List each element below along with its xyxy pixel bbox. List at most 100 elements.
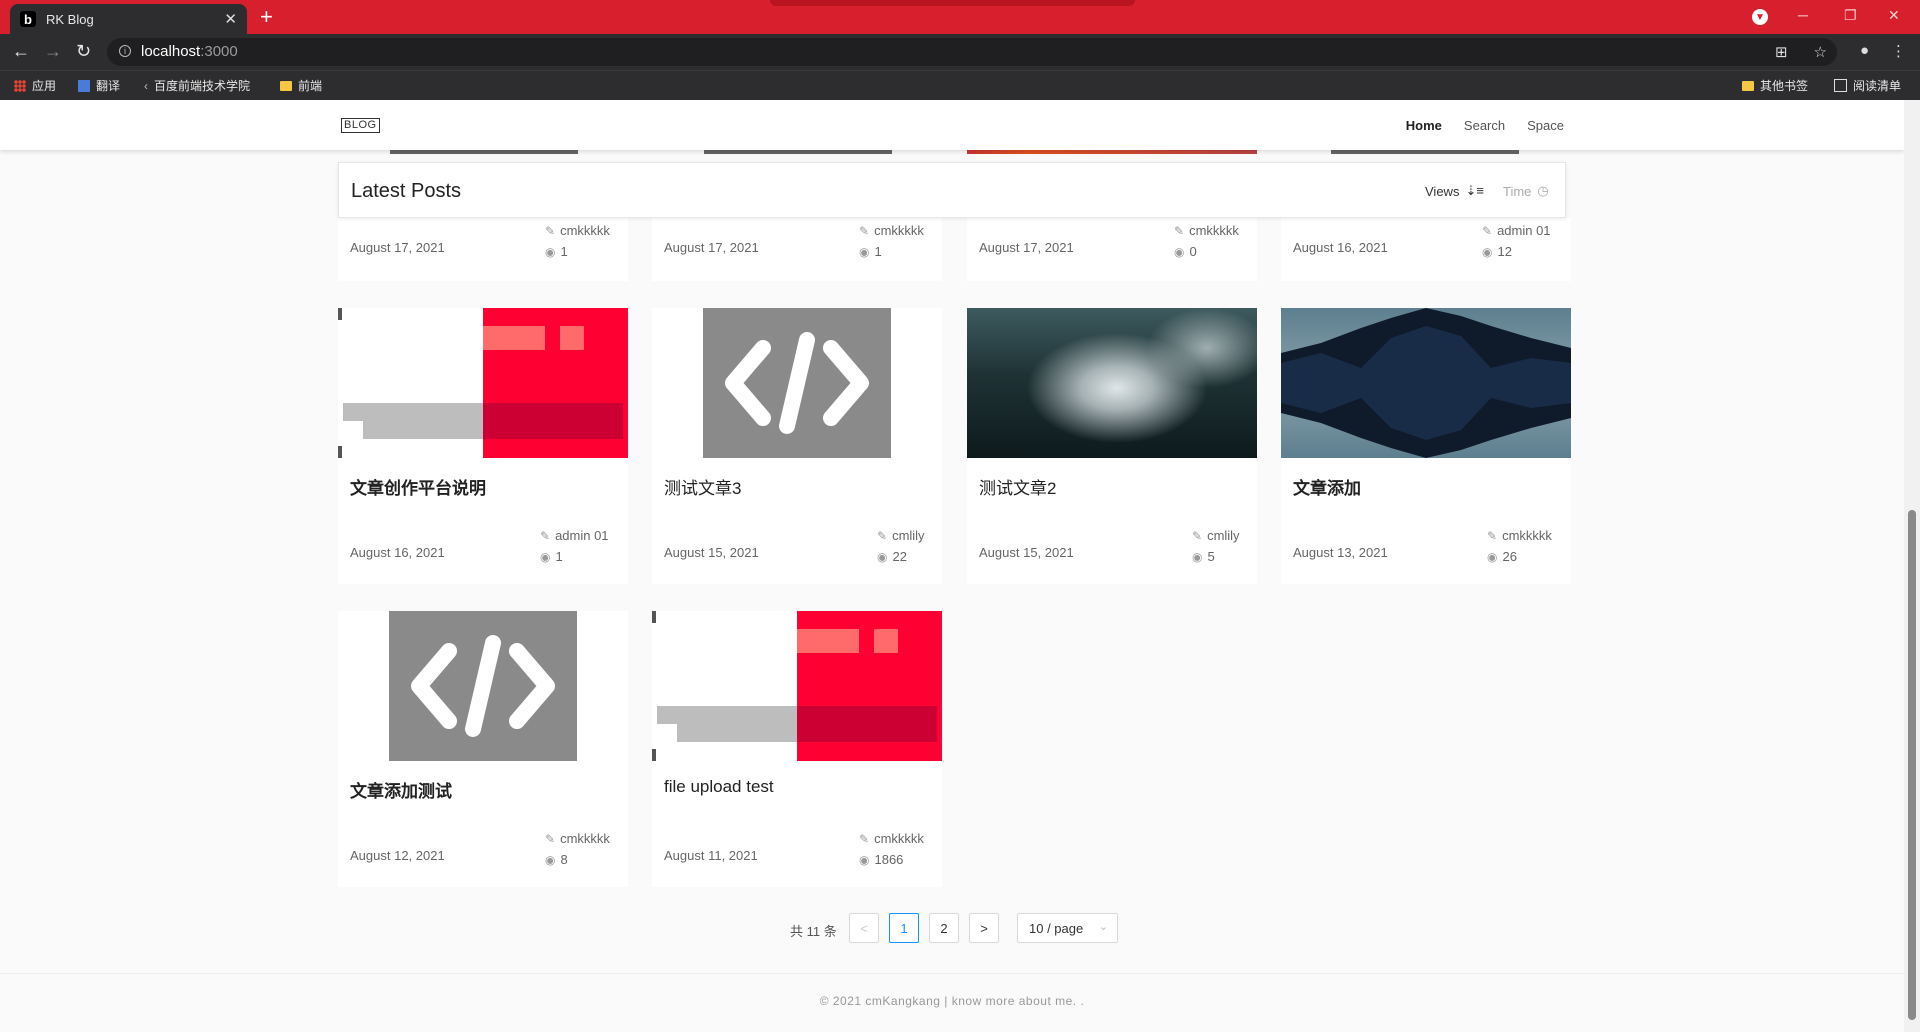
post-title[interactable]: 文章创作平台说明 [350, 474, 486, 499]
page-2-button[interactable]: 2 [929, 913, 959, 943]
address-bar[interactable]: i localhost:3000 ⊞ ☆ [107, 38, 1837, 66]
eye-icon: ◉ [1482, 244, 1493, 259]
feather-icon: ✎ [1487, 528, 1498, 543]
post-date: August 17, 2021 [350, 240, 445, 255]
code-icon [389, 611, 577, 761]
page-scrollbar[interactable] [1904, 100, 1920, 1032]
post-date: August 15, 2021 [664, 545, 759, 560]
post-card[interactable]: file upload test August 11, 2021 ✎ cmkkkk… [652, 611, 942, 887]
next-page-button[interactable]: > [969, 913, 999, 943]
blog-page: BLOG Home Search Space August 17, 2021 ✎… [0, 100, 1904, 1032]
profile-dropdown-icon[interactable]: ▼ [1752, 9, 1768, 25]
account-icon[interactable]: ● [1860, 42, 1869, 60]
post-title[interactable]: 文章添加 [1293, 474, 1361, 499]
nav-space[interactable]: Space [1527, 118, 1564, 133]
post-card[interactable]: August 17, 2021 ✎ cmkkkkk ◉ 1 [652, 218, 942, 281]
post-views: ◉ 1 [540, 549, 563, 564]
card-image-cutoff [1331, 150, 1519, 154]
post-author: ✎ cmkkkkk [545, 831, 610, 846]
post-date: August 15, 2021 [979, 545, 1074, 560]
apps-grid-icon [14, 79, 26, 92]
feather-icon: ✎ [1482, 223, 1493, 238]
eye-icon: ◉ [1487, 549, 1498, 564]
card-image-cutoff [390, 150, 578, 154]
post-title[interactable]: 测试文章3 [664, 474, 741, 499]
bookmarks-bar: 应用 翻译 ‹ 百度前端技术学院 前端 其他书签 阅读清单 [0, 70, 1920, 100]
post-card[interactable]: 文章创作平台说明 August 16, 2021 ✎ admin 01 ◉ 1 [338, 308, 628, 584]
translate-icon[interactable]: ⊞ [1775, 43, 1788, 61]
back-arrow-icon[interactable]: ← [12, 42, 30, 60]
nav-home[interactable]: Home [1406, 118, 1442, 133]
bookmark-reading-list[interactable]: 阅读清单 [1834, 77, 1901, 94]
page-size-select[interactable]: 10 / page ⌄ [1017, 913, 1118, 943]
post-image-red-pattern [338, 308, 628, 458]
post-views: ◉ 5 [1192, 549, 1215, 564]
post-card[interactable]: August 17, 2021 ✎ cmkkkkk ◉ 1 [338, 218, 628, 281]
post-author: ✎ cmkkkkk [859, 223, 924, 238]
post-card[interactable]: 测试文章2 August 15, 2021 ✎ cmlily ◉ 5 [967, 308, 1257, 584]
post-card[interactable]: 测试文章3 August 15, 2021 ✎ cmlily ◉ 22 [652, 308, 942, 584]
browser-toolbar: ← → ↻ i localhost:3000 ⊞ ☆ ● ⋮ [0, 34, 1920, 70]
sort-by-time-button[interactable]: Time ◷ [1503, 183, 1549, 199]
site-logo[interactable]: BLOG [341, 118, 380, 133]
post-image-code [338, 611, 628, 761]
post-date: August 12, 2021 [350, 848, 445, 863]
post-card[interactable]: August 17, 2021 ✎ cmkkkkk ◉ 0 [967, 218, 1257, 281]
bookmark-translate[interactable]: 翻译 [78, 77, 120, 94]
eye-icon: ◉ [1192, 549, 1203, 564]
restore-button[interactable]: ❐ [1844, 7, 1857, 24]
eye-icon: ◉ [859, 852, 870, 867]
bookmark-apps[interactable]: 应用 [14, 77, 56, 94]
post-author: ✎ cmkkkkk [1487, 528, 1552, 543]
new-tab-button[interactable]: + [260, 6, 273, 28]
scrollbar-thumb[interactable] [1908, 510, 1916, 1020]
minimize-button[interactable]: ─ [1798, 7, 1808, 23]
post-views: ◉ 1866 [859, 852, 904, 867]
pagination-total: 共 11 条 [790, 924, 837, 939]
latest-posts-bar: Latest Posts Views ⇣≡ Time ◷ [338, 162, 1566, 218]
nav-search[interactable]: Search [1464, 118, 1505, 133]
post-views: ◉ 0 [1174, 244, 1197, 259]
post-title[interactable]: file upload test [664, 777, 774, 797]
bookmark-frontend[interactable]: 前端 [280, 77, 322, 94]
post-card[interactable]: August 16, 2021 ✎ admin 01 ◉ 12 [1281, 218, 1571, 281]
prev-page-button[interactable]: < [849, 913, 879, 943]
post-title[interactable]: 测试文章2 [979, 474, 1056, 499]
bookmark-baidu-fe[interactable]: ‹ 百度前端技术学院 [144, 77, 250, 94]
card-image-cutoff [704, 150, 892, 154]
info-icon[interactable]: i [119, 45, 131, 57]
post-date: August 13, 2021 [1293, 545, 1388, 560]
code-icon [703, 308, 891, 458]
close-window-button[interactable]: ✕ [1888, 7, 1900, 24]
menu-icon[interactable]: ⋮ [1891, 42, 1906, 60]
clock-icon: ◷ [1537, 183, 1549, 198]
latest-posts-title: Latest Posts [351, 180, 462, 202]
reading-list-icon [1834, 79, 1847, 92]
eye-icon: ◉ [877, 549, 888, 564]
forward-arrow-icon[interactable]: → [44, 42, 62, 60]
eye-icon: ◉ [1174, 244, 1185, 259]
post-author: ✎ cmkkkkk [1174, 223, 1239, 238]
tab-close-icon[interactable]: ✕ [224, 10, 237, 28]
tab-favicon-icon: b [20, 11, 36, 27]
post-card[interactable]: 文章添加 August 13, 2021 ✎ cmkkkkk ◉ 26 [1281, 308, 1571, 584]
tab-bar-notch [770, 0, 1135, 6]
browser-tab[interactable]: b RK Blog ✕ [10, 4, 247, 34]
bookmark-chevron-icon: ‹ [144, 78, 148, 93]
post-author: ✎ cmkkkkk [859, 831, 924, 846]
post-date: August 16, 2021 [1293, 240, 1388, 255]
post-author: ✎ cmkkkkk [545, 223, 610, 238]
post-card[interactable]: 文章添加测试 August 12, 2021 ✎ cmkkkkk ◉ 8 [338, 611, 628, 887]
page-1-button[interactable]: 1 [889, 913, 919, 943]
post-title[interactable]: 文章添加测试 [350, 777, 452, 802]
footer-text: © 2021 cmKangkang | know more about me. … [819, 994, 1085, 1008]
post-views: ◉ 1 [545, 244, 568, 259]
site-footer: © 2021 cmKangkang | know more about me. … [0, 973, 1904, 1032]
star-icon[interactable]: ☆ [1814, 43, 1827, 61]
bookmark-other[interactable]: 其他书签 [1742, 77, 1808, 94]
sort-descending-icon: ⇣≡ [1465, 183, 1484, 198]
post-author: ✎ admin 01 [1482, 223, 1551, 238]
post-views: ◉ 12 [1482, 244, 1512, 259]
sort-by-views-button[interactable]: Views ⇣≡ [1425, 183, 1484, 199]
reload-icon[interactable]: ↻ [76, 42, 91, 60]
